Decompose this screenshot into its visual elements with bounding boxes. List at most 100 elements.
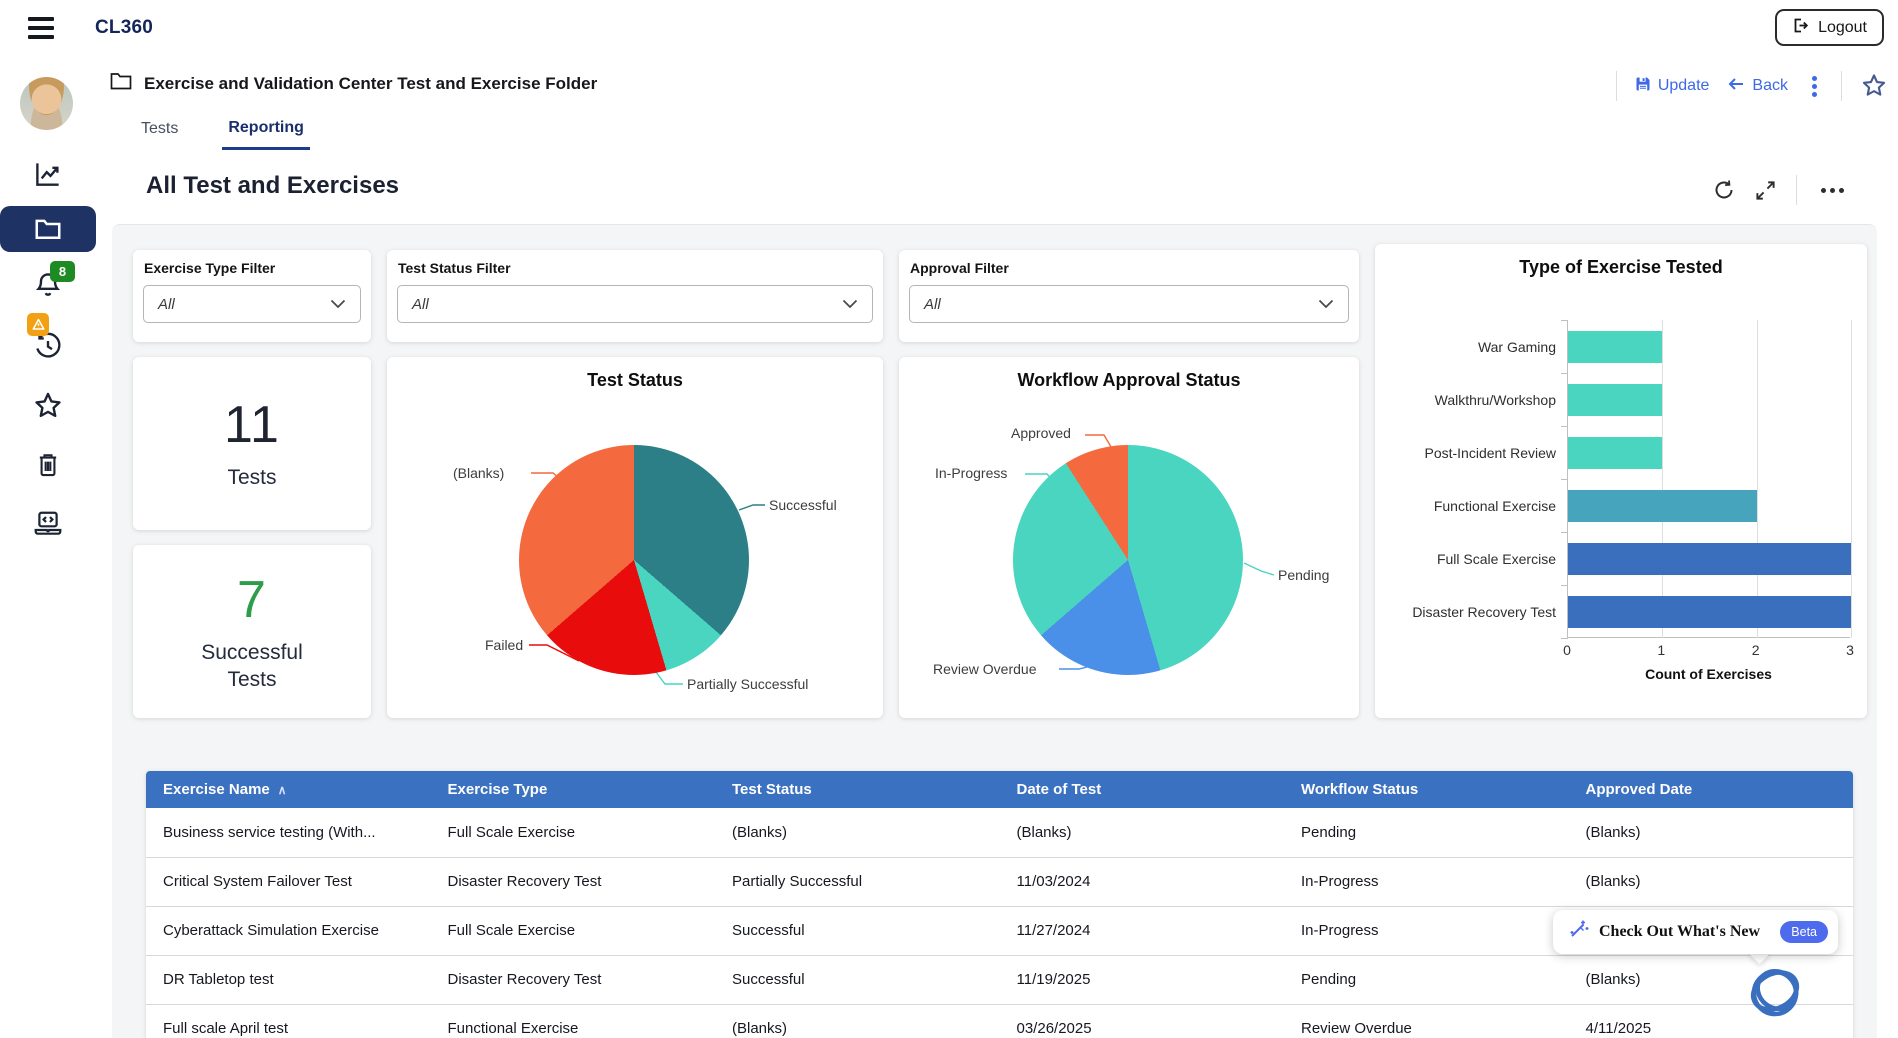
table-row[interactable]: Full scale April testFunctional Exercise…: [146, 1004, 1853, 1038]
column-header-workflow-status[interactable]: Workflow Status: [1284, 771, 1569, 808]
filter-label: Approval Filter: [910, 260, 1009, 276]
kpi-label: Tests: [227, 465, 276, 491]
ellipsis-menu-icon[interactable]: [1817, 184, 1848, 197]
tab-tests[interactable]: Tests: [135, 108, 184, 150]
kpi-label: Successful Tests: [177, 640, 327, 693]
bar-walkthru-workshop[interactable]: [1568, 384, 1662, 416]
table-header-row: Exercise Name∧Exercise TypeTest StatusDa…: [146, 771, 1853, 808]
sidebar-item-trash[interactable]: [0, 442, 96, 486]
bar-war-gaming[interactable]: [1568, 331, 1662, 363]
chart-title: Test Status: [387, 370, 883, 391]
bar-category-label: Post-Incident Review: [1375, 443, 1556, 463]
update-button[interactable]: Update: [1635, 76, 1710, 97]
favorite-star-icon[interactable]: [1860, 72, 1888, 100]
chart-title: Workflow Approval Status: [899, 370, 1359, 391]
exercise-type-filter-select[interactable]: All: [143, 285, 361, 323]
table-cell: Full Scale Exercise: [431, 808, 716, 857]
table-cell: Pending: [1284, 955, 1569, 1004]
bar-full-scale-exercise[interactable]: [1568, 543, 1851, 575]
x-tick-label: 1: [1648, 642, 1674, 658]
workflow-approval-pie[interactable]: [1013, 445, 1243, 675]
logout-button[interactable]: Logout: [1775, 9, 1884, 46]
table-cell: 03/26/2025: [1000, 1004, 1285, 1038]
refresh-icon[interactable]: [1713, 179, 1735, 201]
app-logo[interactable]: CL360: [95, 0, 153, 56]
assistant-orb-icon[interactable]: [1744, 960, 1806, 1027]
x-tick-label: 2: [1743, 642, 1769, 658]
table-cell: Business service testing (With...: [146, 808, 431, 857]
bar-category-label: Full Scale Exercise: [1375, 549, 1556, 569]
table-cell: In-Progress: [1284, 906, 1569, 955]
bar-category-label: Walkthru/Workshop: [1375, 390, 1556, 410]
sidebar-item-analytics[interactable]: [0, 152, 96, 196]
filter-label: Exercise Type Filter: [144, 260, 275, 276]
y-axis-tick: [1561, 320, 1568, 321]
column-header-date-of-test[interactable]: Date of Test: [1000, 771, 1285, 808]
table-cell: DR Tabletop test: [146, 955, 431, 1004]
bar-disaster-recovery-test[interactable]: [1568, 596, 1851, 628]
x-tick-label: 0: [1554, 642, 1580, 658]
chevron-down-icon: [1318, 299, 1334, 309]
magic-wand-icon: [1567, 919, 1589, 946]
avatar[interactable]: [20, 77, 73, 130]
table-cell: 11/27/2024: [1000, 906, 1285, 955]
table-row[interactable]: Critical System Failover TestDisaster Re…: [146, 857, 1853, 906]
tab-reporting[interactable]: Reporting: [222, 108, 310, 150]
y-axis-tick: [1561, 638, 1568, 639]
table-cell: Full Scale Exercise: [431, 906, 716, 955]
back-arrow-icon: [1727, 76, 1745, 97]
table-cell: (Blanks): [1000, 808, 1285, 857]
bar-x-axis-label: Count of Exercises: [1567, 666, 1850, 682]
expand-icon[interactable]: [1755, 180, 1776, 201]
y-axis-tick: [1561, 426, 1568, 427]
divider: [1796, 175, 1797, 205]
table-cell: (Blanks): [1569, 857, 1854, 906]
sidebar-item-favorites[interactable]: [0, 384, 96, 428]
more-options-kebab[interactable]: [1806, 74, 1823, 99]
approval-filter-select[interactable]: All: [909, 285, 1349, 323]
column-header-approved-date[interactable]: Approved Date: [1569, 771, 1854, 808]
column-header-exercise-name[interactable]: Exercise Name∧: [146, 771, 431, 808]
table-cell: Successful: [715, 955, 1000, 1004]
table-cell: Disaster Recovery Test: [431, 857, 716, 906]
table-cell: Functional Exercise: [431, 1004, 716, 1038]
column-header-exercise-type[interactable]: Exercise Type: [431, 771, 716, 808]
pie-label-successful: Successful: [769, 497, 837, 513]
pie-label-blanks: (Blanks): [453, 465, 504, 481]
table-cell: (Blanks): [1569, 955, 1854, 1004]
report-toolbar: [1713, 174, 1848, 206]
test-status-pie[interactable]: [519, 445, 749, 675]
exercise-type-bar-card: Type of Exercise Tested War GamingWalkth…: [1375, 244, 1867, 718]
folder-icon: [33, 214, 63, 244]
column-header-test-status[interactable]: Test Status: [715, 771, 1000, 808]
sidebar-item-notifications[interactable]: [0, 263, 96, 307]
breadcrumb: Exercise and Validation Center Test and …: [110, 72, 597, 95]
pie-label-in-progress: In-Progress: [935, 465, 1007, 481]
pie-label-failed: Failed: [485, 637, 523, 653]
sidebar-item-developer[interactable]: [0, 500, 96, 544]
back-button[interactable]: Back: [1727, 76, 1788, 97]
table-cell: (Blanks): [1569, 808, 1854, 857]
gridline: [1662, 320, 1663, 638]
kpi-card-tests: 11 Tests: [133, 357, 371, 530]
bar-functional-exercise[interactable]: [1568, 490, 1757, 522]
test-status-filter-select[interactable]: All: [397, 285, 873, 323]
save-icon: [1635, 76, 1651, 97]
star-icon: [32, 390, 64, 422]
bar-post-incident-review[interactable]: [1568, 437, 1662, 469]
header-actions: Update Back: [1616, 70, 1888, 102]
table-cell: 11/03/2024: [1000, 857, 1285, 906]
hamburger-menu-icon[interactable]: [28, 17, 54, 39]
dashboard-page: CL360 Logout: [0, 0, 1898, 1038]
workflow-approval-pie-card: Workflow Approval Status Approved In-Pro…: [899, 357, 1359, 718]
sidebar-item-folders[interactable]: [0, 206, 96, 252]
table-row[interactable]: Business service testing (With...Full Sc…: [146, 808, 1853, 857]
table-row[interactable]: DR Tabletop testDisaster Recovery TestSu…: [146, 955, 1853, 1004]
pie-label-partially-successful: Partially Successful: [687, 676, 808, 692]
whats-new-button[interactable]: Check Out What's New Beta: [1553, 910, 1838, 954]
gridline: [1851, 320, 1852, 638]
table-cell: Review Overdue: [1284, 1004, 1569, 1038]
table-cell: (Blanks): [715, 1004, 1000, 1038]
page-title: All Test and Exercises: [146, 172, 399, 200]
beta-badge: Beta: [1780, 921, 1828, 943]
